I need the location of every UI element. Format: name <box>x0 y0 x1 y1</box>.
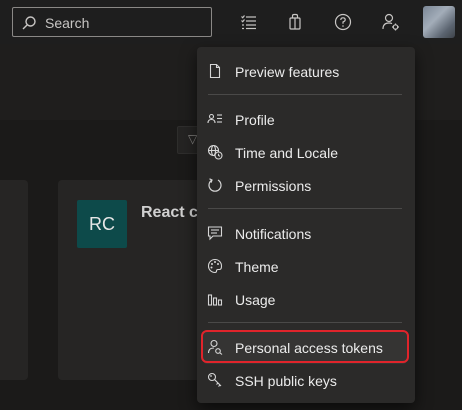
project-title[interactable]: React c <box>141 204 198 222</box>
filter-icon: ▽ <box>188 132 198 146</box>
menu-item-label: Permissions <box>235 178 312 194</box>
menu-item-label: Profile <box>235 112 275 128</box>
shopping-bag-icon <box>289 13 301 30</box>
project-card-partial[interactable] <box>0 180 28 380</box>
avatar[interactable] <box>423 6 455 38</box>
project-badge: RC <box>77 200 127 248</box>
top-bar: Search <box>0 0 462 44</box>
menu-item-ssh-public-keys[interactable]: SSH public keys <box>197 364 415 397</box>
user-settings-button[interactable] <box>377 8 405 36</box>
menu-item-label: Notifications <box>235 226 312 242</box>
document-icon <box>209 63 221 79</box>
menu-divider <box>208 208 402 209</box>
permissions-icon <box>208 178 222 192</box>
menu-item-label: Theme <box>235 259 279 275</box>
menu-item-notifications[interactable]: Notifications <box>197 217 415 250</box>
menu-item-label: Time and Locale <box>235 145 338 161</box>
menu-item-label: Preview features <box>235 64 340 80</box>
menu-item-time-and-locale[interactable]: Time and Locale <box>197 136 415 169</box>
search-box[interactable]: Search <box>12 7 212 37</box>
menu-item-profile[interactable]: Profile <box>197 103 415 136</box>
menu-item-theme[interactable]: Theme <box>197 250 415 283</box>
task-list-button[interactable] <box>235 8 263 36</box>
profile-card-icon <box>207 113 222 124</box>
highlight-box <box>201 330 409 363</box>
help-icon <box>334 13 352 31</box>
menu-item-usage[interactable]: Usage <box>197 283 415 316</box>
menu-item-label: SSH public keys <box>235 373 337 389</box>
menu-item-preview-features[interactable]: Preview features <box>197 55 415 88</box>
menu-divider <box>208 322 402 323</box>
globe-clock-icon <box>207 144 223 160</box>
menu-item-label: Usage <box>235 292 276 308</box>
task-list-icon <box>241 15 256 30</box>
menu-item-permissions[interactable]: Permissions <box>197 169 415 202</box>
notification-chat-icon <box>207 226 223 241</box>
menu-divider <box>208 94 402 95</box>
search-input[interactable]: Search <box>45 15 89 31</box>
palette-icon <box>207 258 223 274</box>
user-settings-icon <box>382 13 399 31</box>
key-icon <box>207 372 222 387</box>
bar-chart-icon <box>207 294 223 306</box>
marketplace-button[interactable] <box>281 8 309 36</box>
search-icon <box>22 16 36 30</box>
help-button[interactable] <box>329 8 357 36</box>
